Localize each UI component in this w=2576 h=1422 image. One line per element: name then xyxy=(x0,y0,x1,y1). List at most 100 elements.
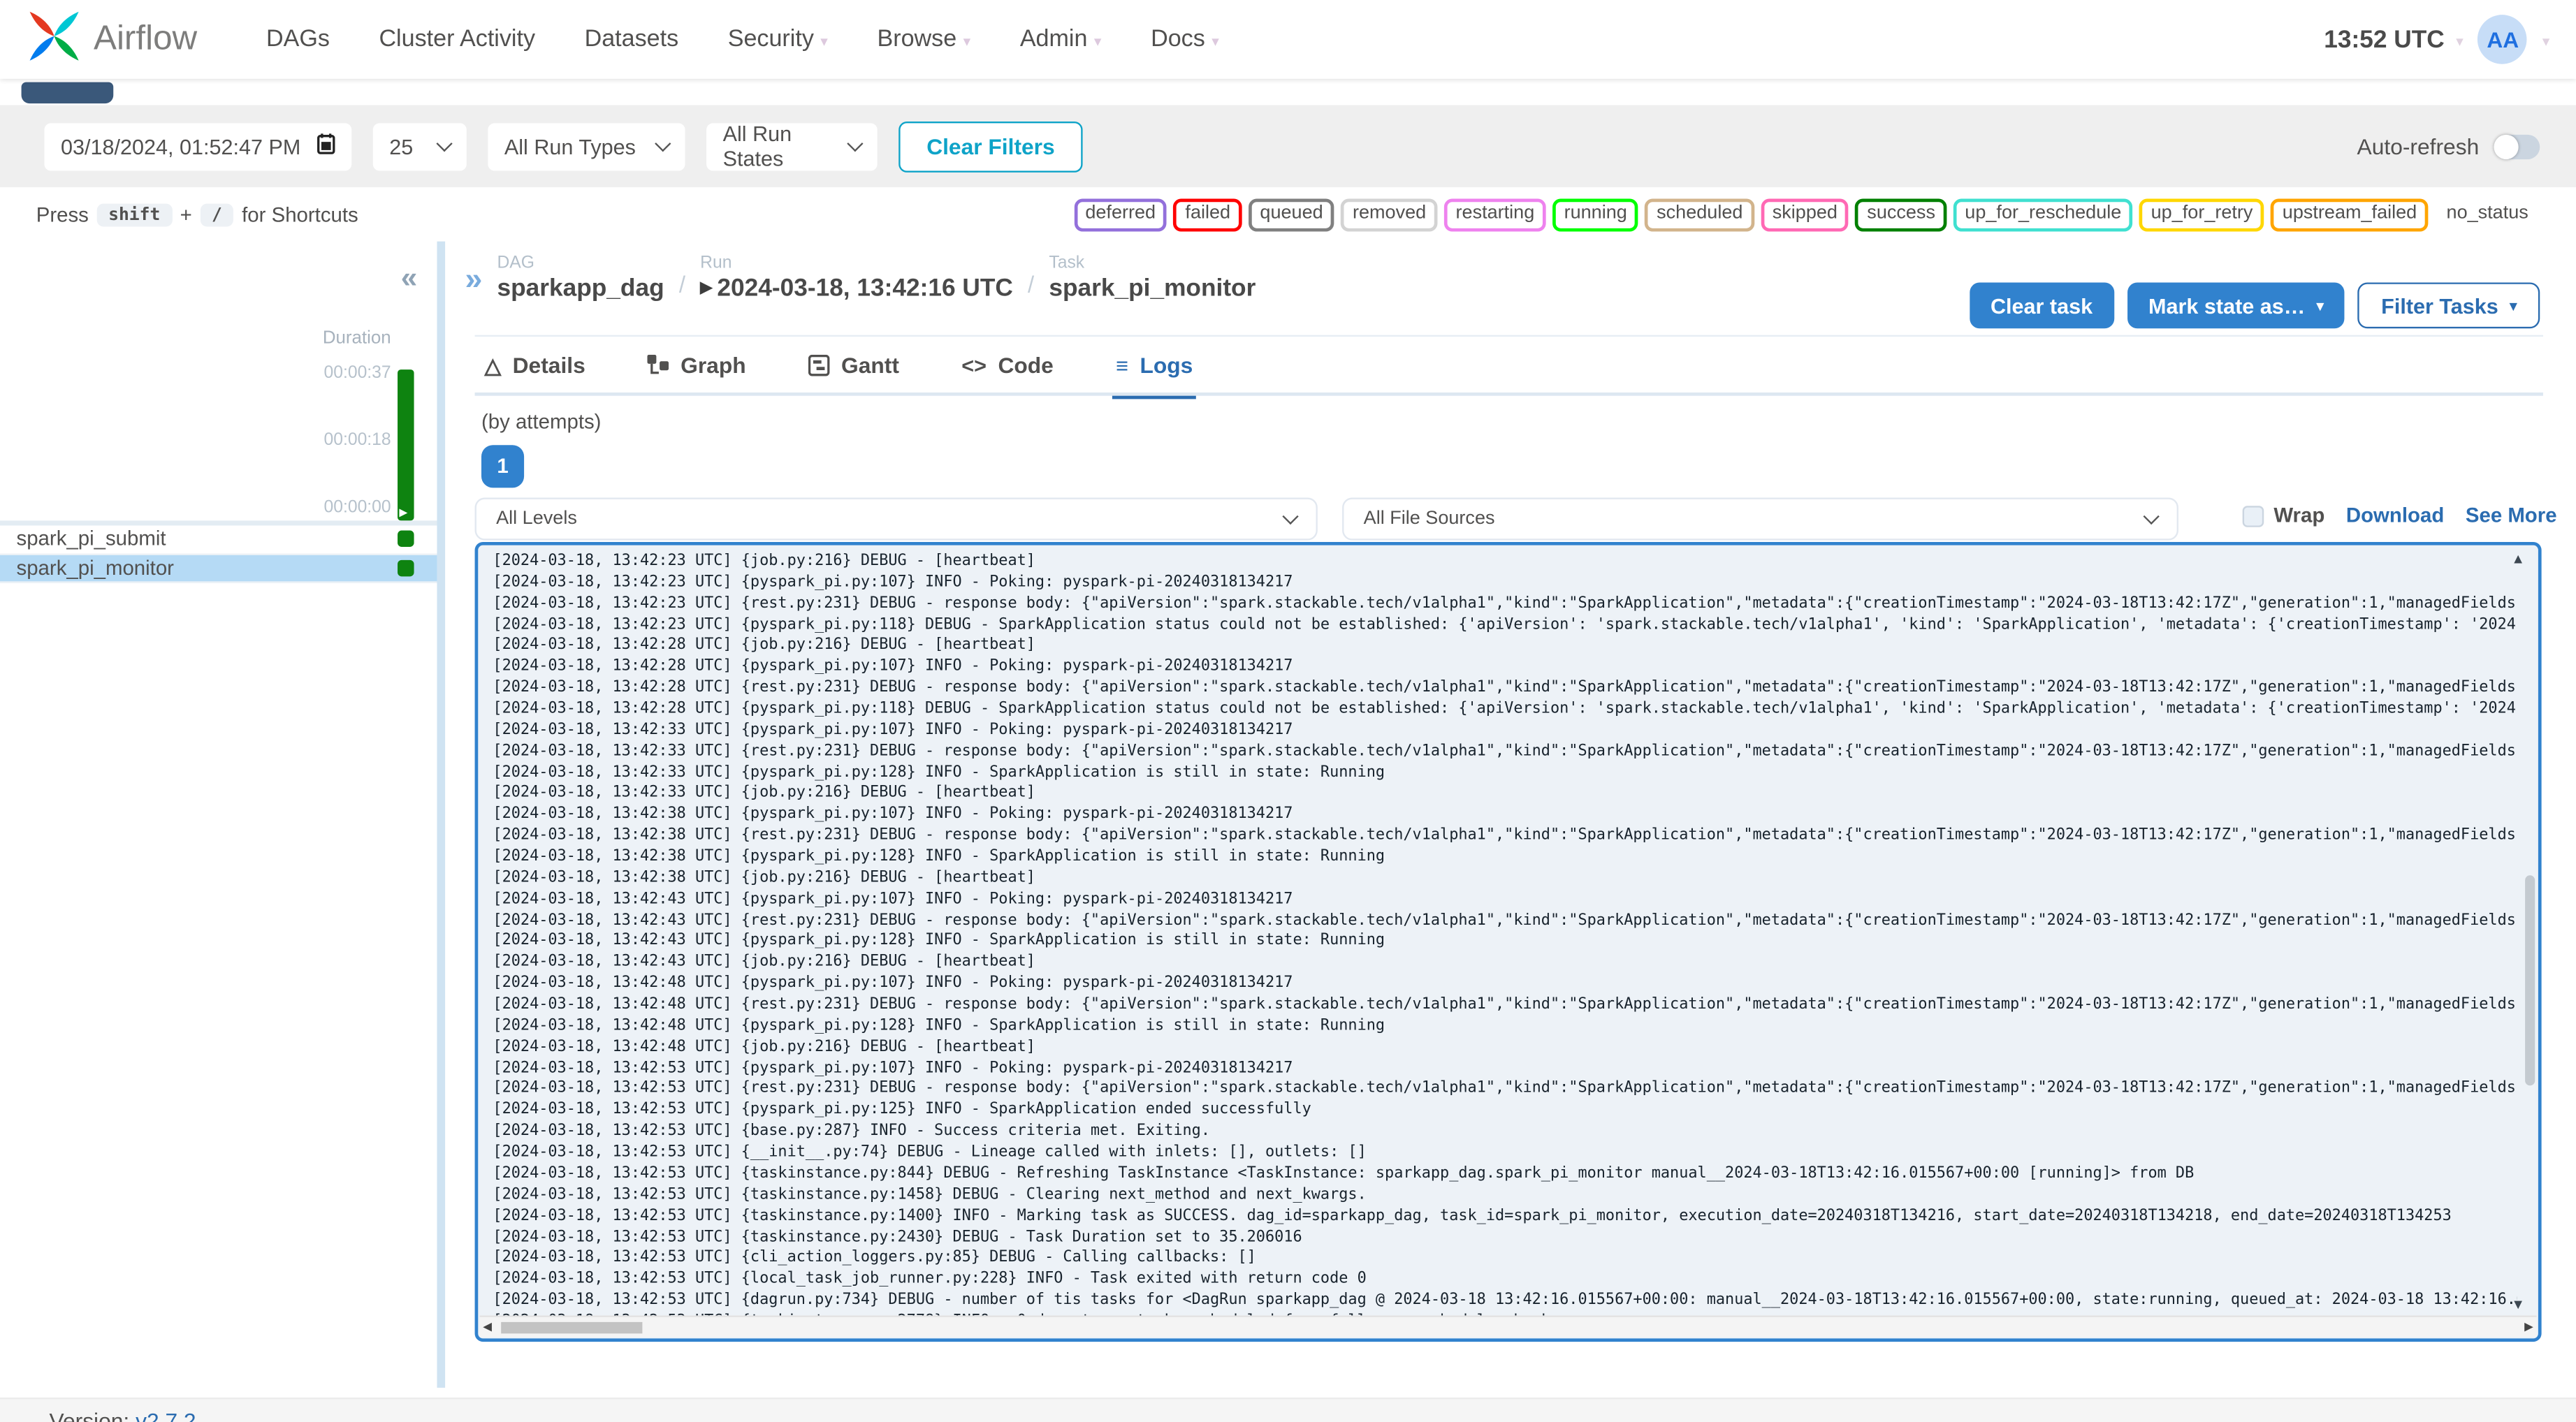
scroll-down-icon[interactable]: ▼ xyxy=(2511,1296,2525,1312)
nav-item-admin[interactable]: Admin ▾ xyxy=(1020,27,1102,53)
breadcrumb-task[interactable]: spark_pi_monitor xyxy=(1049,274,1256,302)
log-line: [2024-03-18, 13:42:33 UTC] {pyspark_pi.p… xyxy=(493,763,1385,782)
clear-task-button[interactable]: Clear task xyxy=(1969,282,2114,329)
run-types-select[interactable]: All Run Types xyxy=(488,122,685,170)
status-badge-restarting[interactable]: restarting xyxy=(1444,198,1546,231)
duration-tick: 00:00:18 xyxy=(323,430,391,450)
manual-run-icon: ▶ xyxy=(700,279,713,298)
calendar-icon[interactable] xyxy=(317,133,335,159)
log-line: [2024-03-18, 13:42:28 UTC] {job.py:216} … xyxy=(493,636,1035,654)
log-line: [2024-03-18, 13:42:53 UTC] {pyspark_pi.p… xyxy=(493,1101,1311,1120)
log-line: [2024-03-18, 13:42:53 UTC] {pyspark_pi.p… xyxy=(493,1058,1293,1077)
download-log-link[interactable]: Download xyxy=(2346,504,2444,527)
horizontal-scrollbar[interactable]: ◀ ▶ xyxy=(479,1315,2537,1337)
attempt-1-button[interactable]: 1 xyxy=(481,445,525,488)
brand[interactable]: Airflow xyxy=(27,8,198,72)
tab-label: Graph xyxy=(681,353,746,378)
status-badge-deferred[interactable]: deferred xyxy=(1073,198,1167,231)
nav-item-docs[interactable]: Docs ▾ xyxy=(1151,27,1219,53)
status-badge-scheduled[interactable]: scheduled xyxy=(1645,198,1754,231)
log-line: [2024-03-18, 13:42:33 UTC] {pyspark_pi.p… xyxy=(493,720,1293,739)
run-states-select[interactable]: All Run States xyxy=(706,122,878,171)
nav-item-label: Admin xyxy=(1019,26,1088,53)
chevron-down-icon xyxy=(2143,508,2160,525)
status-badge-up_for_reschedule[interactable]: up_for_reschedule xyxy=(1953,198,2133,231)
page-size-select[interactable]: 25 xyxy=(372,122,467,170)
log-panel[interactable]: [2024-03-18, 13:42:23 UTC] {job.py:216} … xyxy=(474,541,2542,1342)
scroll-left-icon[interactable]: ◀ xyxy=(483,1321,492,1333)
nav-item-security[interactable]: Security ▾ xyxy=(728,27,828,53)
auto-refresh-toggle[interactable] xyxy=(2494,133,2540,159)
task-actions: Clear task Mark state as… ▾ Filter Tasks… xyxy=(1969,282,2540,329)
airflow-app: Airflow DAGs Cluster Activity Datasets Secu… xyxy=(0,0,2576,1422)
filter-bar: 03/18/2024, 01:52:47 PM 25 All Run Types… xyxy=(0,105,2576,188)
nav-item-cluster-activity[interactable]: Cluster Activity xyxy=(379,27,535,53)
log-level-select[interactable]: All Levels xyxy=(474,497,1318,541)
see-more-link[interactable]: See More xyxy=(2466,504,2557,527)
mark-state-as-button[interactable]: Mark state as… ▾ xyxy=(2127,282,2345,329)
timezone-dropdown[interactable]: 13:52 UTC ▾ xyxy=(2324,25,2464,53)
task-status-square[interactable] xyxy=(398,531,414,548)
tab-logs[interactable]: ≡ Logs xyxy=(1112,342,1197,400)
panel-resize-handle[interactable] xyxy=(437,241,446,1388)
vertical-scrollbar-thumb[interactable] xyxy=(2525,875,2535,1086)
nav-item-label: Docs xyxy=(1151,26,1205,53)
horizontal-scrollbar-thumb[interactable] xyxy=(501,1321,643,1333)
task-status-square[interactable] xyxy=(398,559,414,576)
status-badge-up_for_retry[interactable]: up_for_retry xyxy=(2139,198,2264,231)
breadcrumb-dag[interactable]: sparkapp_dag xyxy=(497,274,664,302)
log-level-value: All Levels xyxy=(496,508,577,529)
tab-gantt[interactable]: Gantt xyxy=(805,342,902,399)
run-duration-bar[interactable]: ▶ xyxy=(398,369,414,521)
scroll-up-icon[interactable]: ▲ xyxy=(2511,550,2525,567)
breadcrumb-run[interactable]: ▶ 2024-03-18, 13:42:16 UTC xyxy=(700,274,1013,302)
brand-name: Airflow xyxy=(94,20,198,58)
avatar[interactable]: AA xyxy=(2478,15,2528,64)
chevron-down-icon xyxy=(1282,508,1299,525)
filter-tasks-button[interactable]: Filter Tasks ▾ xyxy=(2358,282,2540,329)
log-line: [2024-03-18, 13:42:38 UTC] {job.py:216} … xyxy=(493,868,1035,887)
header-divider xyxy=(474,335,2543,337)
nav-item-datasets[interactable]: Datasets xyxy=(585,27,679,53)
tab-label: Code xyxy=(998,353,1054,378)
top-navbar: Airflow DAGs Cluster Activity Datasets Secu… xyxy=(0,0,2576,79)
base-date-input[interactable]: 03/18/2024, 01:52:47 PM xyxy=(44,122,352,170)
collapse-panel-button[interactable]: « xyxy=(391,261,428,294)
auto-refresh: Auto-refresh xyxy=(2357,133,2540,159)
user-menu-caret-icon[interactable]: ▾ xyxy=(2542,32,2550,50)
nav-menu: DAGs Cluster Activity Datasets Security ▾ Bro… xyxy=(266,27,1219,53)
wrap-toggle[interactable]: Wrap xyxy=(2242,504,2324,527)
log-line: [2024-03-18, 13:42:43 UTC] {job.py:216} … xyxy=(493,953,1035,972)
tab-graph[interactable]: Graph xyxy=(644,342,749,399)
dag-label: DAG xyxy=(497,253,535,273)
task-row-spark_pi_submit[interactable]: spark_pi_submit xyxy=(0,525,437,555)
log-line: [2024-03-18, 13:42:28 UTC] {pyspark_pi.p… xyxy=(493,699,2517,718)
nav-right: 13:52 UTC ▾ AA ▾ xyxy=(2324,15,2549,64)
status-badge-failed[interactable]: failed xyxy=(1173,198,1242,231)
file-source-select[interactable]: All File Sources xyxy=(1342,497,2178,541)
nav-item-browse[interactable]: Browse ▾ xyxy=(878,27,971,53)
tab-details[interactable]: △ Details xyxy=(481,342,589,399)
status-badge-removed[interactable]: removed xyxy=(1341,198,1438,231)
duration-tick: 00:00:00 xyxy=(323,497,391,518)
scrolled-run-button[interactable] xyxy=(21,82,114,104)
clear-filters-button[interactable]: Clear Filters xyxy=(898,120,1083,172)
expand-breadcrumb-icon[interactable]: » xyxy=(465,265,482,296)
status-badge-upstream_failed[interactable]: upstream_failed xyxy=(2271,198,2429,231)
tab-code[interactable]: <> Code xyxy=(959,342,1057,399)
shift-key: shift xyxy=(96,203,172,226)
task-row-spark_pi_monitor[interactable]: spark_pi_monitor xyxy=(0,554,437,583)
shortcut-hint: Press shift + / for Shortcuts xyxy=(36,203,358,226)
wrap-checkbox[interactable] xyxy=(2242,505,2264,527)
status-badge-skipped[interactable]: skipped xyxy=(1761,198,1849,231)
status-badge-success[interactable]: success xyxy=(1855,198,1947,231)
version-link[interactable]: v2.7.2 xyxy=(136,1409,196,1422)
hint-text: Press xyxy=(36,203,89,226)
status-badge-queued[interactable]: queued xyxy=(1248,198,1335,231)
status-badge-running[interactable]: running xyxy=(1552,198,1639,231)
chevron-down-icon: ▾ xyxy=(1211,33,1219,50)
nav-item-label: Security xyxy=(727,26,814,53)
scroll-right-icon[interactable]: ▶ xyxy=(2524,1321,2533,1333)
nav-item-dags[interactable]: DAGs xyxy=(266,27,330,53)
status-badge-no_status[interactable]: no_status xyxy=(2435,198,2540,231)
